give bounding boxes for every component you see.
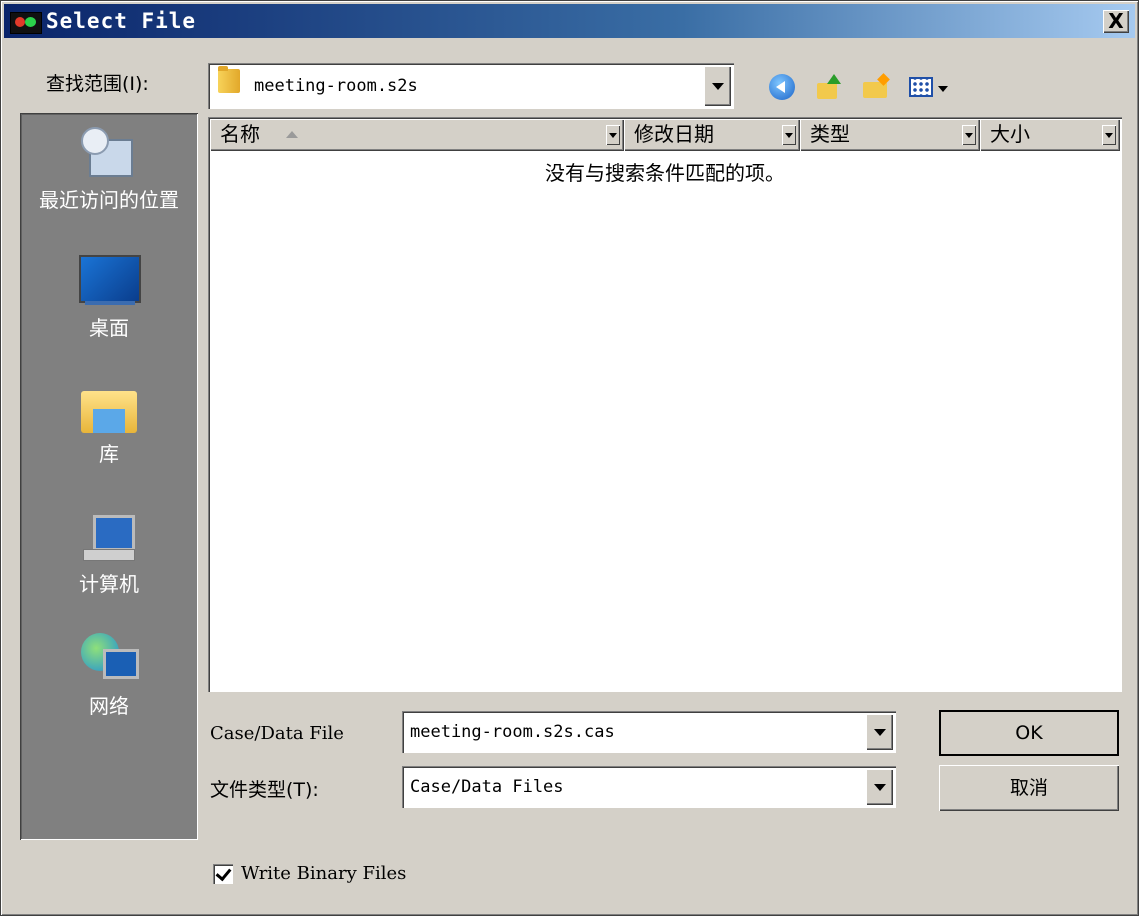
- place-label: 网络: [89, 694, 129, 718]
- column-filter-dropdown-icon[interactable]: [962, 125, 976, 145]
- folder-icon: [218, 66, 240, 93]
- write-binary-checkbox[interactable]: [213, 864, 233, 884]
- cancel-button[interactable]: 取消: [939, 765, 1119, 811]
- column-header-size[interactable]: 大小: [980, 119, 1120, 151]
- computer-icon: [79, 509, 139, 569]
- place-label: 桌面: [89, 316, 129, 340]
- column-filter-dropdown-icon[interactable]: [606, 125, 620, 145]
- window-title: Select File: [46, 9, 197, 33]
- look-in-dropdown-button[interactable]: [704, 66, 731, 106]
- file-name-input[interactable]: meeting-room.s2s.cas: [410, 722, 615, 742]
- file-name-label: Case/Data File: [210, 723, 344, 744]
- column-label: 大小: [990, 122, 1030, 146]
- look-in-combo[interactable]: meeting-room.s2s: [208, 63, 734, 109]
- up-folder-icon[interactable]: [815, 73, 843, 101]
- place-libraries[interactable]: 库: [20, 379, 198, 465]
- app-icon: [10, 12, 42, 34]
- file-type-combo[interactable]: Case/Data Files: [402, 766, 896, 808]
- place-label: 计算机: [79, 572, 139, 596]
- back-icon[interactable]: [769, 74, 795, 100]
- file-name-combo[interactable]: meeting-room.s2s.cas: [402, 711, 896, 753]
- file-list[interactable]: 名称 修改日期 类型 大小 没有与搜索条件匹配的项。: [208, 117, 1122, 692]
- look-in-value: meeting-room.s2s: [254, 76, 418, 96]
- close-button[interactable]: X: [1103, 10, 1129, 33]
- place-computer[interactable]: 计算机: [20, 509, 198, 595]
- column-label: 名称: [220, 122, 260, 146]
- column-label: 修改日期: [634, 122, 714, 146]
- file-type-label: 文件类型(T):: [210, 779, 319, 801]
- column-filter-dropdown-icon[interactable]: [782, 125, 796, 145]
- file-name-dropdown-button[interactable]: [866, 714, 893, 750]
- title-bar[interactable]: Select File X: [4, 4, 1135, 38]
- network-icon: [79, 631, 139, 691]
- places-bar: 最近访问的位置 桌面 库 计算机 网络: [20, 113, 198, 840]
- view-menu-icon[interactable]: [909, 73, 953, 101]
- file-type-dropdown-button[interactable]: [866, 769, 893, 805]
- column-label: 类型: [810, 122, 850, 146]
- sort-ascending-icon: [286, 131, 298, 138]
- column-header-modified[interactable]: 修改日期: [624, 119, 800, 151]
- empty-list-message: 没有与搜索条件匹配的项。: [545, 161, 785, 185]
- checkmark-icon: [215, 864, 232, 882]
- ok-button[interactable]: OK: [939, 710, 1119, 756]
- file-type-value: Case/Data Files: [410, 777, 564, 797]
- write-binary-label[interactable]: Write Binary Files: [241, 863, 406, 884]
- column-header-name[interactable]: 名称: [210, 119, 624, 151]
- place-recent[interactable]: 最近访问的位置: [20, 125, 198, 211]
- place-label: 最近访问的位置: [39, 188, 179, 212]
- desktop-icon: [79, 253, 141, 313]
- place-label: 库: [99, 442, 119, 466]
- column-header-type[interactable]: 类型: [800, 119, 980, 151]
- select-file-dialog: Select File X 查找范围(I): meeting-room.s2s …: [0, 0, 1139, 916]
- recent-places-icon: [79, 125, 139, 185]
- place-desktop[interactable]: 桌面: [20, 253, 198, 339]
- new-folder-icon[interactable]: [861, 73, 890, 101]
- look-in-label: 查找范围(I):: [46, 73, 149, 95]
- place-network[interactable]: 网络: [20, 631, 198, 717]
- libraries-icon: [79, 379, 139, 439]
- column-filter-dropdown-icon[interactable]: [1102, 125, 1116, 145]
